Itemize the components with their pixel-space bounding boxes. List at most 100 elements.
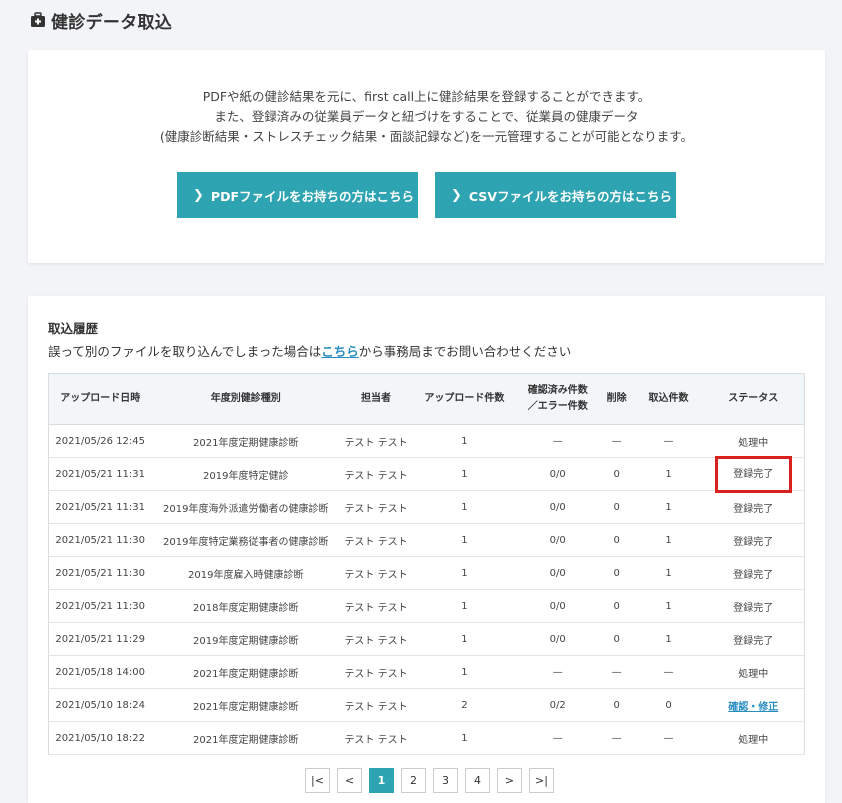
- page-title: 健診データ取込: [51, 12, 173, 33]
- cell-deleted-text: —: [611, 732, 622, 744]
- cell-imported-text: 1: [665, 468, 672, 480]
- cell-upload-count: 2: [411, 688, 517, 722]
- cell-status-text: 登録完了: [733, 602, 774, 614]
- table-row: 2021/05/21 11:30 2019年度特定業務従事者の健康診断 テスト テス…: [48, 523, 805, 557]
- cell-person: テスト テスト: [340, 622, 412, 656]
- intro-line-3: (健康診断結果・ストレスチェック結果・面談記録など)を一元管理することが可能とな…: [159, 129, 694, 144]
- intro-line-2: また、登録済みの従業員データと紐づけをすることで、従業員の健康データ: [214, 109, 639, 124]
- cell-status-text[interactable]: 確認・修正: [728, 702, 778, 713]
- cell-exam-type-text: 2021年度定期健康診断: [193, 668, 299, 680]
- first-page-button[interactable]: |<: [305, 768, 330, 793]
- cell-status-text: 処理中: [738, 734, 769, 746]
- page-button-1[interactable]: 1: [369, 768, 394, 793]
- cell-deleted-text: 0: [613, 567, 620, 579]
- cell-imported: —: [634, 655, 703, 689]
- cell-upload-count: 1: [411, 655, 517, 689]
- cell-upload-date: 2021/05/18 14:00: [48, 655, 152, 689]
- cell-deleted-text: 0: [613, 468, 620, 480]
- cell-deleted-text: 0: [613, 534, 620, 546]
- cell-status: 処理中: [702, 424, 805, 458]
- cell-upload-date-text: 2021/05/21 11:31: [55, 501, 146, 513]
- table-row: 2021/05/21 11:31 2019年度特定健診 テスト テスト 1 0/0 0 1 登…: [48, 455, 805, 493]
- cell-exam-type-text: 2019年度海外派遣労働者の健康診断: [163, 503, 329, 515]
- cell-confirmed-errors-text: —: [552, 732, 563, 744]
- cell-upload-date: 2021/05/21 11:31: [48, 457, 152, 491]
- cell-exam-type: 2019年度海外派遣労働者の健康診断: [151, 490, 341, 524]
- cell-status: 処理中: [702, 655, 805, 689]
- column-header-type: 年度別健診種別: [151, 373, 341, 425]
- cell-exam-type: 2019年度雇入時健康診断: [151, 556, 341, 590]
- cell-deleted: 0: [598, 457, 635, 491]
- cell-confirmed-errors-text: 0/2: [549, 699, 566, 711]
- cell-imported: —: [634, 721, 703, 755]
- cell-upload-count-text: 2: [461, 699, 468, 711]
- prev-page-button[interactable]: <: [337, 768, 362, 793]
- pdf-import-button[interactable]: ❯ PDFファイルをお持ちの方はこちら: [177, 172, 418, 218]
- cell-confirmed-errors: 0/0: [516, 622, 599, 656]
- cell-upload-date-text: 2021/05/21 11:30: [55, 600, 146, 612]
- page-button-3[interactable]: 3: [433, 768, 458, 793]
- cell-upload-count: 1: [411, 589, 517, 623]
- cell-exam-type-text: 2021年度定期健康診断: [193, 437, 299, 449]
- cell-imported-text: 0: [665, 699, 672, 711]
- cell-exam-type: 2019年度特定健診: [151, 457, 341, 491]
- cell-upload-count-text: 1: [461, 732, 468, 744]
- csv-import-button[interactable]: ❯ CSVファイルをお持ちの方はこちら: [435, 172, 676, 218]
- cell-person-text: テスト テスト: [344, 635, 408, 647]
- cell-deleted: 0: [598, 523, 635, 557]
- cell-upload-date: 2021/05/21 11:30: [48, 556, 152, 590]
- cell-imported-text: 1: [665, 567, 672, 579]
- cell-upload-date-text: 2021/05/18 14:00: [55, 666, 146, 678]
- page-button-4[interactable]: 4: [465, 768, 490, 793]
- cell-person: テスト テスト: [340, 721, 412, 755]
- history-note-text: 誤って別のファイルを取り込んでしまった場合は: [48, 344, 322, 359]
- cell-confirmed-errors-text: 0/0: [549, 468, 566, 480]
- chevron-right-icon: ❯: [193, 187, 204, 203]
- cell-status-text: 登録完了: [733, 635, 774, 647]
- table-row: 2021/05/18 14:00 2021年度定期健康診断 テスト テスト 1 — — — 処…: [48, 655, 805, 689]
- cell-imported: —: [634, 424, 703, 458]
- next-page-button[interactable]: >: [497, 768, 522, 793]
- column-header-confirmed: 確認済み件数 ／エラー件数: [516, 373, 599, 425]
- cell-deleted: —: [598, 721, 635, 755]
- cell-confirmed-errors-text: —: [552, 666, 563, 678]
- cell-upload-count-text: 1: [461, 567, 468, 579]
- cell-upload-date-text: 2021/05/21 11:30: [55, 534, 146, 546]
- cell-person: テスト テスト: [340, 523, 412, 557]
- cell-exam-type: 2018年度定期健康診断: [151, 589, 341, 623]
- cell-imported: 0: [634, 688, 703, 722]
- cell-person: テスト テスト: [340, 556, 412, 590]
- last-page-button[interactable]: >|: [529, 768, 554, 793]
- contact-link[interactable]: こちら: [321, 344, 359, 359]
- cell-status: 登録完了: [702, 455, 805, 493]
- cell-exam-type-text: 2018年度定期健康診断: [193, 602, 299, 614]
- cell-upload-count: 1: [411, 424, 517, 458]
- intro-line-1: PDFや紙の健診結果を元に、first call上に健診結果を登録することができ…: [202, 89, 651, 104]
- cell-exam-type-text: 2019年度雇入時健康診断: [188, 569, 304, 581]
- cell-imported-text: 1: [665, 534, 672, 546]
- cell-deleted-text: 0: [613, 600, 620, 612]
- csv-import-button-label: CSVファイルをお持ちの方はこちら: [468, 188, 672, 204]
- page-button-2[interactable]: 2: [401, 768, 426, 793]
- status-highlight-box: 登録完了: [714, 455, 792, 493]
- cell-upload-date-text: 2021/05/10 18:24: [55, 699, 146, 711]
- cell-upload-date: 2021/05/21 11:31: [48, 490, 152, 524]
- column-header-imported: 取込件数: [634, 373, 703, 425]
- table-row: 2021/05/21 11:31 2019年度海外派遣労働者の健康診断 テスト テス…: [48, 490, 805, 524]
- cell-upload-count-text: 1: [461, 666, 468, 678]
- cell-confirmed-errors: —: [516, 424, 599, 458]
- cell-confirmed-errors: —: [516, 655, 599, 689]
- cell-upload-count: 1: [411, 721, 517, 755]
- cell-upload-count-text: 1: [461, 600, 468, 612]
- cell-upload-date: 2021/05/10 18:24: [48, 688, 152, 722]
- cell-upload-count-text: 1: [461, 468, 468, 480]
- cell-exam-type: 2019年度特定業務従事者の健康診断: [151, 523, 341, 557]
- cell-exam-type: 2021年度定期健康診断: [151, 424, 341, 458]
- cell-exam-type-text: 2019年度定期健康診断: [193, 635, 299, 647]
- table-row: 2021/05/21 11:30 2019年度雇入時健康診断 テスト テスト 1 0/0…: [48, 556, 805, 590]
- cell-status-text: 処理中: [738, 437, 769, 449]
- column-header-date: アップロード日時: [48, 373, 152, 425]
- cell-status-text: 登録完了: [733, 503, 774, 515]
- cell-imported: 1: [634, 457, 703, 491]
- page-header: 健診データ取込: [30, 8, 173, 33]
